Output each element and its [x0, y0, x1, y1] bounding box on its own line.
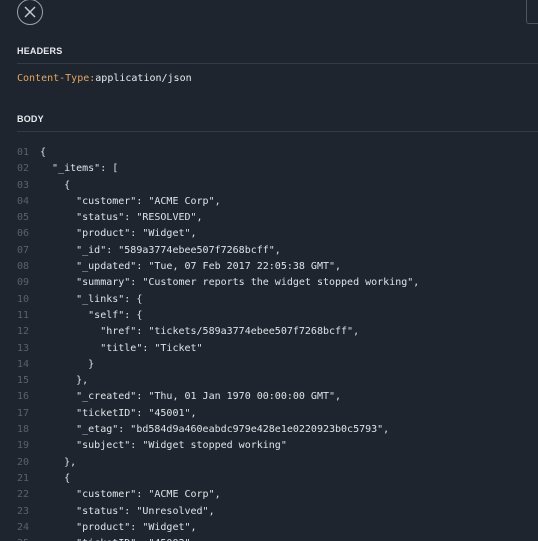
- line-content: "_created": "Thu, 01 Jan 1970 00:00:00 G…: [40, 391, 342, 403]
- line-content: "summary": "Customer reports the widget …: [40, 277, 420, 289]
- line-content: {: [40, 147, 47, 158]
- code-line: 05 "status": "RESOLVED",: [0, 210, 538, 226]
- line-content: "customer": "ACME Corp",: [40, 195, 221, 207]
- line-content: "product": "Widget",: [40, 521, 197, 533]
- body-divider: [17, 131, 538, 132]
- code-line: 24 "product": "Widget",: [0, 520, 538, 536]
- header-value: application/json: [95, 73, 192, 84]
- line-content: {: [40, 179, 71, 191]
- line-number: 15: [17, 375, 30, 387]
- headers-section-title: HEADERS: [17, 46, 63, 56]
- code-line: 01 {: [0, 145, 538, 161]
- line-content: },: [40, 375, 89, 387]
- line-number: 23: [17, 505, 30, 517]
- line-content: "ticketID": "45002",: [40, 536, 196, 541]
- line-content: "href": "tickets/589a3774ebee507f7268bcf…: [40, 326, 360, 338]
- code-line: 06 "product": "Widget",: [0, 226, 538, 242]
- line-content: "self": {: [40, 309, 143, 321]
- header-entry: Content-Type:application/json: [17, 72, 192, 86]
- line-number: 03: [17, 179, 30, 191]
- line-content: "subject": "Widget stopped working": [40, 440, 287, 452]
- panel-edge: [526, 0, 538, 24]
- line-number: 07: [17, 244, 30, 256]
- line-content: },: [40, 456, 77, 468]
- code-line: 14 }: [0, 357, 538, 373]
- code-line: 17 "ticketID": "45001",: [0, 406, 538, 422]
- code-line: 25 "ticketID": "45002",: [0, 536, 538, 541]
- line-content: "_items": [: [40, 163, 119, 175]
- code-line: 22 "customer": "ACME Corp",: [0, 487, 538, 503]
- line-number: 21: [17, 472, 30, 484]
- line-number: 18: [17, 424, 30, 436]
- code-line: 11 "self": {: [0, 308, 538, 324]
- line-content: "_id": "589a3774ebee507f7268bcff",: [40, 244, 281, 256]
- code-line: 08 "_updated": "Tue, 07 Feb 2017 22:05:3…: [0, 259, 538, 275]
- line-number: 17: [17, 407, 30, 419]
- code-line: 19 "subject": "Widget stopped working": [0, 438, 538, 454]
- line-number: 16: [17, 391, 30, 403]
- code-line: 23 "status": "Unresolved",: [0, 504, 538, 520]
- line-number: 05: [17, 212, 30, 224]
- line-content: "_etag": "bd584d9a460eabdc979e428e1e0220…: [40, 424, 390, 436]
- line-number: 13: [17, 342, 30, 354]
- line-number: 24: [17, 521, 30, 533]
- line-number: 02: [17, 163, 30, 175]
- line-number: 12: [17, 326, 30, 338]
- line-number: 01: [17, 147, 30, 158]
- code-line: 04 "customer": "ACME Corp",: [0, 194, 538, 210]
- line-content: "ticketID": "45001",: [40, 407, 197, 419]
- line-number: 10: [17, 293, 30, 305]
- line-content: "status": "Unresolved",: [40, 505, 215, 517]
- code-line: 20 },: [0, 455, 538, 471]
- code-line: 15 },: [0, 373, 538, 389]
- code-line: 21 {: [0, 471, 538, 487]
- line-number: 22: [17, 489, 30, 501]
- line-content: "product": "Widget",: [40, 228, 197, 240]
- close-icon: [24, 6, 36, 18]
- line-number: 09: [17, 277, 30, 289]
- line-content: "_links": {: [40, 293, 143, 305]
- code-line: 16 "_created": "Thu, 01 Jan 1970 00:00:0…: [0, 389, 538, 405]
- line-content: "customer": "ACME Corp",: [40, 489, 221, 501]
- code-line: 03 {: [0, 178, 538, 194]
- line-content: "status": "RESOLVED",: [40, 212, 203, 224]
- code-line: 18 "_etag": "bd584d9a460eabdc979e428e1e0…: [0, 422, 538, 438]
- line-number: 25: [17, 536, 29, 541]
- json-body-viewer: 01{02 "_items": [03 {04 "customer": "ACM…: [0, 145, 538, 541]
- line-content: "_updated": "Tue, 07 Feb 2017 22:05:38 G…: [40, 261, 342, 273]
- code-line: 10 "_links": {: [0, 292, 538, 308]
- line-number: 11: [17, 309, 30, 321]
- line-number: 04: [17, 195, 30, 207]
- line-number: 08: [17, 261, 30, 273]
- code-line: 12 "href": "tickets/589a3774ebee507f7268…: [0, 324, 538, 340]
- code-line: 09 "summary": "Customer reports the widg…: [0, 275, 538, 291]
- header-key: Content-Type:: [17, 73, 96, 84]
- line-number: 20: [17, 456, 30, 468]
- close-button[interactable]: [17, 0, 43, 25]
- line-number: 06: [17, 228, 30, 240]
- code-line: 07 "_id": "589a3774ebee507f7268bcff",: [0, 243, 538, 259]
- line-content: }: [40, 358, 95, 370]
- code-line: 13 "title": "Ticket": [0, 341, 538, 357]
- line-content: {: [40, 472, 71, 484]
- line-number: 19: [17, 440, 30, 452]
- code-line: 02 "_items": [: [0, 161, 538, 177]
- headers-divider: [17, 63, 538, 64]
- line-content: "title": "Ticket": [40, 342, 203, 354]
- body-section-title: BODY: [17, 114, 44, 124]
- line-number: 14: [17, 358, 30, 370]
